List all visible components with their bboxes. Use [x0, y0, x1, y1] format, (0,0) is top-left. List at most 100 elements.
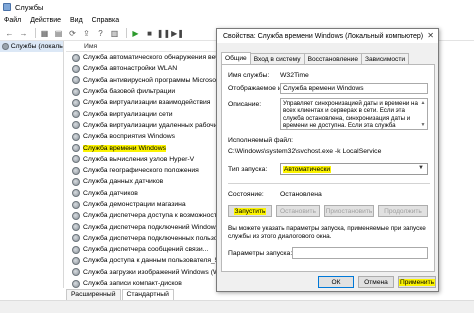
gear-icon [72, 132, 80, 141]
service-name: Служба времени Windows [83, 144, 167, 152]
status-label: Состояние: [228, 191, 264, 198]
properties-dialog: Свойства: Служба времени Windows (Локаль… [216, 28, 439, 292]
tab-dependencies[interactable]: Зависимости [361, 53, 410, 64]
gear-icon [72, 279, 80, 288]
help-icon[interactable]: ? [95, 28, 106, 39]
table-row[interactable]: Служба времени Windows [66, 142, 216, 153]
service-name: Служба вычисления узлов Hyper-V [83, 155, 195, 163]
general-tab-panel: Имя службы: W32Time Отображаемое имя: Сл… [221, 64, 435, 272]
table-row[interactable]: Служба записи компакт-дисков [66, 278, 216, 288]
export-list-icon[interactable]: ⇪ [81, 28, 92, 39]
table-row[interactable]: Служба автонастройки WLAN [66, 63, 216, 74]
table-row[interactable]: Служба восприятия Windows [66, 131, 216, 142]
menu-help[interactable]: Справка [92, 17, 119, 24]
service-name: Служба автонастройки WLAN [83, 65, 178, 73]
service-name: Служба виртуализации сети [83, 110, 173, 118]
table-row[interactable]: Служба географического положения [66, 165, 216, 176]
tab-recovery[interactable]: Восстановление [303, 53, 363, 64]
resume-button[interactable]: Продолжить [378, 205, 428, 217]
service-name: Служба диспетчера доступа к возможностям [83, 212, 216, 220]
start-button[interactable]: Запустить [228, 205, 272, 217]
start-params-input[interactable] [292, 247, 428, 259]
restart-service-icon[interactable]: ▶❚ [171, 28, 184, 39]
tab-general[interactable]: Общие [221, 52, 251, 64]
table-row[interactable]: Служба автоматического обнаружения веб [66, 52, 216, 63]
gear-icon [72, 245, 80, 254]
gear-icon [72, 189, 80, 198]
dialog-title: Свойства: Служба времени Windows (Локаль… [223, 32, 424, 40]
details-view-icon[interactable]: ▥ [109, 28, 120, 39]
table-row[interactable]: Служба вычисления узлов Hyper-V [66, 154, 216, 165]
menu-action[interactable]: Действие [30, 17, 61, 24]
pause-button[interactable]: Приостановить [324, 205, 374, 217]
stop-service-icon[interactable]: ■ [144, 28, 155, 39]
pause-service-icon[interactable]: ❚❚ [157, 28, 170, 39]
apply-button[interactable]: Применить [398, 276, 436, 288]
tree-item-services-local[interactable]: Службы (локальн [0, 41, 63, 52]
display-name-field[interactable]: Служба времени Windows [280, 83, 428, 94]
description-field[interactable]: Управляет синхронизацией даты и времени … [280, 98, 428, 130]
start-params-label: Параметры запуска: [228, 250, 293, 257]
properties-icon[interactable]: ▤ [53, 28, 64, 39]
console-tree-icon[interactable]: ▦ [39, 28, 50, 39]
apply-button-label: Применить [398, 278, 436, 286]
service-name: Служба датчиков [83, 189, 138, 197]
exe-path-label: Исполняемый файл: [228, 137, 294, 144]
toolbar-separator [35, 28, 36, 38]
dialog-titlebar: Свойства: Служба времени Windows (Локаль… [217, 29, 438, 43]
service-name: Служба географического положения [83, 167, 199, 175]
forward-arrow-icon[interactable]: → [18, 28, 29, 39]
ok-button[interactable]: ОК [318, 276, 354, 288]
service-name: Служба восприятия Windows [83, 133, 176, 141]
table-row[interactable]: Служба загрузки изображений Windows (WIA… [66, 267, 216, 278]
description-label: Описание: [228, 101, 262, 108]
table-row[interactable]: Служба базовой фильтрации [66, 86, 216, 97]
column-header-name[interactable]: Имя [66, 41, 216, 52]
tab-standard[interactable]: Стандартный [121, 289, 174, 300]
table-row[interactable]: Служба виртуализации удаленных рабочих [66, 120, 216, 131]
table-row[interactable]: Служба виртуализации сети [66, 108, 216, 119]
gear-icon [72, 64, 80, 73]
service-name: Служба диспетчера подключений Windows [83, 223, 216, 231]
gear-icon [72, 166, 80, 175]
table-row[interactable]: Служба виртуализации взаимодействия [66, 97, 216, 108]
startup-type-value: Автоматически [283, 165, 332, 173]
service-name: Служба виртуализации взаимодействия [83, 99, 211, 107]
menu-file[interactable]: Файл [4, 17, 21, 24]
start-service-icon[interactable]: ▶ [130, 28, 141, 39]
table-row[interactable]: Служба данных датчиков [66, 176, 216, 187]
cancel-button[interactable]: Отмена [358, 276, 394, 288]
close-icon[interactable]: ✕ [427, 31, 434, 40]
stop-button[interactable]: Остановить [276, 205, 320, 217]
gear-icon [72, 53, 80, 62]
gear-icon [72, 268, 80, 277]
startup-type-select[interactable]: Автоматически ▼ [280, 163, 428, 175]
table-row[interactable]: Служба диспетчера сообщений связи... [66, 244, 216, 255]
tab-extended[interactable]: Расширенный [66, 289, 121, 300]
table-row[interactable]: Служба демонстрации магазина [66, 199, 216, 210]
gear-icon [72, 223, 80, 232]
scroll-down-icon[interactable]: ▼ [420, 122, 426, 128]
service-name: Служба записи компакт-дисков [83, 280, 182, 288]
gear-icon [72, 98, 80, 107]
refresh-icon[interactable]: ⟳ [67, 28, 78, 39]
gear-icon [72, 234, 80, 243]
gear-icon [72, 121, 80, 130]
gear-icon [72, 200, 80, 209]
service-name: Служба данных датчиков [83, 178, 164, 186]
table-row[interactable]: Служба антивирусной программы Microsoft [66, 75, 216, 86]
table-row[interactable]: Служба доступа к данным пользователя_54 [66, 255, 216, 266]
table-row[interactable]: Служба диспетчера подключенных пользов_5… [66, 233, 216, 244]
menu-view[interactable]: Вид [70, 17, 83, 24]
services-list: Имя Служба автоматического обнаружения в… [66, 41, 216, 288]
scroll-up-icon[interactable]: ▲ [420, 100, 426, 106]
table-row[interactable]: Служба диспетчера подключений Windows [66, 221, 216, 232]
console-tree: Службы (локальн [0, 41, 64, 288]
table-row[interactable]: Служба диспетчера доступа к возможностям [66, 210, 216, 221]
table-row[interactable]: Служба датчиков [66, 188, 216, 199]
back-arrow-icon[interactable]: ← [4, 28, 15, 39]
gear-icon [72, 211, 80, 220]
description-text: Управляет синхронизацией даты и времени … [283, 100, 418, 130]
view-tabs: Расширенный Стандартный [66, 288, 226, 300]
tab-logon[interactable]: Вход в систему [249, 53, 305, 64]
